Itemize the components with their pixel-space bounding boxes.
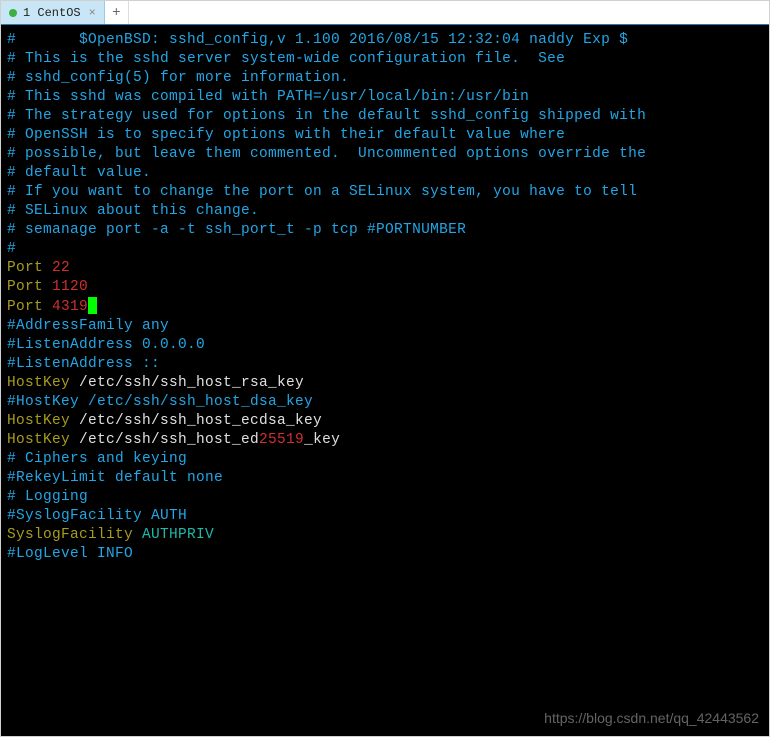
terminal-line: #ListenAddress :: — [7, 355, 763, 374]
terminal-viewport[interactable]: # $OpenBSD: sshd_config,v 1.100 2016/08/… — [1, 25, 769, 736]
terminal-line: # This is the sshd server system-wide co… — [7, 50, 763, 69]
config-key: Port — [7, 260, 52, 276]
plus-icon: + — [112, 5, 120, 21]
terminal-line: # sshd_config(5) for more information. — [7, 69, 763, 88]
terminal-line: Port 4319 — [7, 297, 763, 317]
terminal-line: # Logging — [7, 488, 763, 507]
cursor-icon — [88, 297, 97, 314]
terminal-line: Port 1120 — [7, 278, 763, 297]
config-value: /etc/ssh/ssh_host_rsa_key — [79, 375, 304, 391]
terminal-line: #HostKey /etc/ssh/ssh_host_dsa_key — [7, 393, 763, 412]
terminal-line: # semanage port -a -t ssh_port_t -p tcp … — [7, 221, 763, 240]
config-key: HostKey — [7, 413, 79, 429]
terminal-line: #LogLevel INFO — [7, 545, 763, 564]
config-value: 22 — [52, 260, 70, 276]
config-value: /etc/ssh/ssh_host_ed — [79, 432, 259, 448]
terminal-line: # This sshd was compiled with PATH=/usr/… — [7, 88, 763, 107]
config-value: /etc/ssh/ssh_host_ecdsa_key — [79, 413, 322, 429]
config-value: 1120 — [52, 279, 88, 295]
config-value: 4319 — [52, 299, 88, 315]
terminal-line: # default value. — [7, 164, 763, 183]
config-key: SyslogFacility — [7, 527, 142, 543]
status-dot-icon — [9, 9, 17, 17]
terminal-line: HostKey /etc/ssh/ssh_host_ed25519_key — [7, 431, 763, 450]
terminal-line: # possible, but leave them commented. Un… — [7, 145, 763, 164]
terminal-line: #SyslogFacility AUTH — [7, 507, 763, 526]
config-value: AUTHPRIV — [142, 527, 214, 543]
terminal-line: # — [7, 240, 763, 259]
terminal-line: #RekeyLimit default none — [7, 469, 763, 488]
config-key: HostKey — [7, 375, 79, 391]
config-key: Port — [7, 279, 52, 295]
terminal-line: # $OpenBSD: sshd_config,v 1.100 2016/08/… — [7, 31, 763, 50]
terminal-line: SyslogFacility AUTHPRIV — [7, 526, 763, 545]
config-key: HostKey — [7, 432, 79, 448]
config-value: 25519 — [259, 432, 304, 448]
terminal-line: # The strategy used for options in the d… — [7, 107, 763, 126]
terminal-window: 1 CentOS × + # $OpenBSD: sshd_config,v 1… — [0, 0, 770, 737]
tab-centos[interactable]: 1 CentOS × — [1, 1, 105, 24]
terminal-line: # If you want to change the port on a SE… — [7, 183, 763, 202]
tab-label: 1 CentOS — [23, 6, 81, 20]
terminal-line: # Ciphers and keying — [7, 450, 763, 469]
tab-bar: 1 CentOS × + — [1, 1, 769, 25]
close-icon[interactable]: × — [89, 6, 96, 20]
watermark-text: https://blog.csdn.net/qq_42443562 — [544, 709, 759, 728]
terminal-line: #ListenAddress 0.0.0.0 — [7, 336, 763, 355]
terminal-line: Port 22 — [7, 259, 763, 278]
terminal-line: HostKey /etc/ssh/ssh_host_rsa_key — [7, 374, 763, 393]
terminal-line: #AddressFamily any — [7, 317, 763, 336]
config-key: Port — [7, 299, 52, 315]
terminal-line: # OpenSSH is to specify options with the… — [7, 126, 763, 145]
terminal-line: HostKey /etc/ssh/ssh_host_ecdsa_key — [7, 412, 763, 431]
config-value: _key — [304, 432, 340, 448]
new-tab-button[interactable]: + — [105, 1, 129, 24]
terminal-line: # SELinux about this change. — [7, 202, 763, 221]
